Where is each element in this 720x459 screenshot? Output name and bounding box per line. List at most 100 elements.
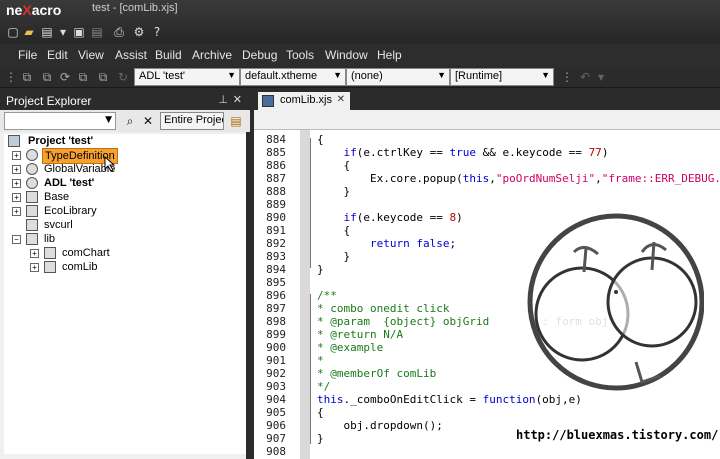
expand-icon[interactable]: + — [30, 249, 39, 258]
open-folder-icon[interactable]: ▰ — [22, 25, 36, 39]
expand-icon[interactable]: + — [12, 151, 21, 160]
theme-select[interactable]: default.xtheme ▼ — [240, 68, 346, 86]
save-all-icon[interactable]: ▤ — [90, 25, 104, 39]
menu-build[interactable]: Build — [155, 48, 182, 62]
code-line[interactable]: { — [317, 224, 350, 237]
code-line[interactable]: { — [317, 133, 324, 146]
pin-icon[interactable]: ⊥ — [218, 93, 228, 106]
line-number: 890 — [266, 211, 286, 224]
line-number: 907 — [266, 432, 286, 445]
collapse-icon[interactable]: − — [12, 235, 21, 244]
deploy-icon[interactable]: ⧉ — [76, 70, 90, 84]
menu-assist[interactable]: Assist — [115, 48, 147, 62]
code-line[interactable]: return false; — [317, 237, 456, 250]
script-icon — [44, 247, 56, 259]
code-line[interactable]: } — [317, 185, 350, 198]
build-all-icon[interactable]: ⧉ — [40, 70, 54, 84]
expand-icon[interactable]: + — [12, 179, 21, 188]
fold-line — [310, 294, 316, 444]
save-icon[interactable]: ▣ — [72, 25, 86, 39]
code-line[interactable]: } — [317, 263, 324, 276]
tab-comlib[interactable]: comLib.xjs ✕ — [258, 92, 350, 110]
menu-edit[interactable]: Edit — [47, 48, 68, 62]
fold-line — [310, 138, 316, 268]
grip-icon: ⋮ — [561, 70, 573, 84]
project-explorer-panel: Project Explorer ⊥ ✕ ▼ ⌕ ✕ Entire Projec… — [0, 90, 250, 459]
code-line[interactable]: { — [317, 159, 350, 172]
undo-icon[interactable]: ↶ — [578, 70, 592, 84]
folder-icon — [26, 233, 38, 245]
menu-tools[interactable]: Tools — [286, 48, 314, 62]
code-line[interactable]: { — [317, 406, 324, 419]
line-number: 904 — [266, 393, 286, 406]
mouse-cursor-icon — [104, 156, 116, 172]
globalvar-icon — [26, 163, 38, 175]
code-line[interactable]: * @example — [317, 341, 383, 354]
filter-icon[interactable]: ▤ — [228, 112, 244, 130]
menu-debug[interactable]: Debug — [242, 48, 277, 62]
folder-icon — [26, 205, 38, 217]
gear-icon[interactable]: ⚙ — [132, 25, 146, 39]
line-number: 887 — [266, 172, 286, 185]
dropdown-arrow-icon[interactable]: ▾ — [56, 25, 70, 39]
print-icon[interactable]: ⎙ — [112, 25, 126, 39]
clear-icon[interactable]: ✕ — [140, 112, 156, 130]
code-line[interactable]: } — [317, 250, 350, 263]
new-icon[interactable]: ▢ — [6, 25, 20, 39]
code-line[interactable]: * combo onedit click — [317, 302, 449, 315]
none-select[interactable]: (none) ▼ — [346, 68, 450, 86]
line-number: 895 — [266, 276, 286, 289]
watermark-logo — [527, 213, 704, 391]
new-file-icon[interactable]: ▤ — [40, 25, 54, 39]
code-line[interactable]: Ex.core.popup(this,"poOrdNumSelji","fram… — [317, 172, 720, 185]
code-line[interactable]: if(e.keycode == 8) — [317, 211, 462, 224]
editor-toolbar-strip — [254, 110, 720, 130]
adl-select[interactable]: ADL 'test' ▼ — [134, 68, 240, 86]
run-icon[interactable]: ⧉ — [96, 70, 110, 84]
line-number: 906 — [266, 419, 286, 432]
expand-icon[interactable]: + — [12, 207, 21, 216]
code-line[interactable]: obj.dropdown(); — [317, 419, 442, 432]
code-line[interactable]: * — [317, 354, 324, 367]
title-bar: neXacro test - [comLib.xjs] ▢ ▰ ▤ ▾ ▣ ▤ … — [0, 0, 720, 44]
chevron-down-icon[interactable]: ▾ — [594, 70, 608, 84]
menu-file[interactable]: File — [18, 48, 37, 62]
menu-view[interactable]: View — [78, 48, 104, 62]
line-number: 894 — [266, 263, 286, 276]
scope-select[interactable]: Entire Project — [160, 112, 224, 130]
help-icon[interactable]: ? — [150, 25, 164, 39]
search-icon[interactable]: ⌕ — [122, 112, 138, 130]
refresh-icon[interactable]: ↻ — [116, 70, 130, 84]
code-line[interactable]: /** — [317, 289, 337, 302]
menu-archive[interactable]: Archive — [192, 48, 232, 62]
code-line[interactable]: } — [317, 432, 324, 445]
line-number: 888 — [266, 185, 286, 198]
close-icon[interactable]: ✕ — [233, 93, 242, 106]
build-icon[interactable]: ⧉ — [20, 70, 34, 84]
code-line[interactable]: if(e.ctrlKey == true && e.keycode == 77) — [317, 146, 608, 159]
code-line[interactable]: * @return N/A — [317, 328, 403, 341]
expand-icon[interactable]: + — [12, 165, 21, 174]
menu-help[interactable]: Help — [377, 48, 402, 62]
expand-icon[interactable]: + — [12, 193, 21, 202]
line-number: 885 — [266, 146, 286, 159]
search-input[interactable]: ▼ — [4, 112, 116, 130]
line-number: 905 — [266, 406, 286, 419]
project-icon — [8, 135, 20, 147]
panel-header: Project Explorer ⊥ ✕ — [0, 90, 250, 110]
menu-window[interactable]: Window — [325, 48, 368, 62]
grip-icon: ⋮ — [5, 70, 17, 84]
code-line[interactable]: * @memberOf comLib — [317, 367, 436, 380]
line-number: 884 — [266, 133, 286, 146]
search-row: ▼ ⌕ ✕ Entire Project ▤ — [0, 110, 250, 132]
close-tab-icon[interactable]: ✕ — [337, 94, 345, 105]
expand-icon[interactable]: + — [30, 263, 39, 272]
quick-access-toolbar: ▢ ▰ ▤ ▾ ▣ ▤ ⎙ ⚙ ? — [0, 22, 270, 42]
code-line[interactable]: */ — [317, 380, 330, 393]
line-number: 891 — [266, 224, 286, 237]
runtime-select[interactable]: [Runtime] ▼ — [450, 68, 554, 86]
line-number: 908 — [266, 445, 286, 458]
rebuild-icon[interactable]: ⟳ — [58, 70, 72, 84]
script-icon — [44, 261, 56, 273]
project-tree: Project 'test' + TypeDefinition + Global… — [4, 134, 246, 454]
